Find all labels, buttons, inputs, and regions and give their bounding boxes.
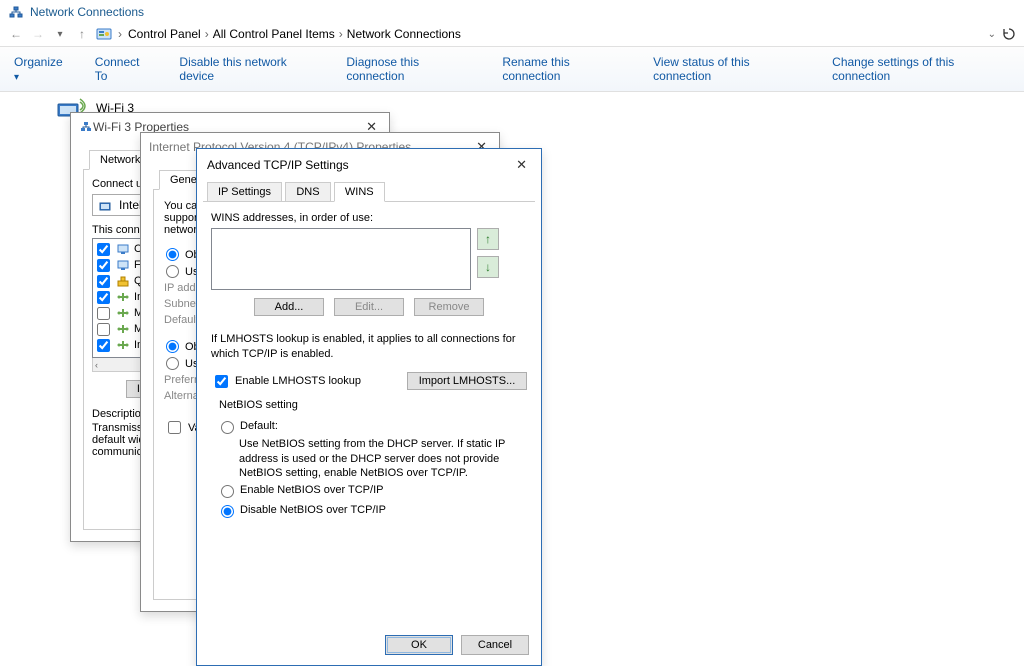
tab-ip-settings[interactable]: IP Settings bbox=[207, 182, 282, 201]
advanced-tcpip-dialog: Advanced TCP/IP Settings ✕ IP Settings D… bbox=[196, 148, 542, 666]
netbios-group: NetBIOS setting Default: Use NetBIOS set… bbox=[211, 407, 527, 530]
protocol-icon bbox=[116, 290, 130, 304]
chevron-right-icon[interactable]: › bbox=[118, 27, 122, 41]
recent-locations-button[interactable]: ▾ bbox=[52, 26, 68, 42]
wins-address-list[interactable] bbox=[211, 228, 471, 290]
protocol-icon bbox=[116, 338, 130, 352]
breadcrumb-root[interactable]: Control Panel bbox=[128, 27, 201, 41]
forward-button[interactable]: → bbox=[30, 26, 46, 42]
command-bar: Organize Connect To Disable this network… bbox=[0, 47, 1024, 92]
netbios-default-desc: Use NetBIOS setting from the DHCP server… bbox=[239, 437, 519, 482]
edit-button[interactable]: Edit... bbox=[334, 298, 404, 316]
move-up-button[interactable]: ↑ bbox=[477, 228, 499, 250]
disable-device-button[interactable]: Disable this network device bbox=[179, 55, 320, 83]
enable-lmhosts-checkbox[interactable]: Enable LMHOSTS lookup bbox=[211, 370, 361, 393]
scroll-left-icon[interactable]: ‹ bbox=[95, 360, 98, 370]
network-icon bbox=[8, 4, 24, 20]
rename-button[interactable]: Rename this connection bbox=[502, 55, 627, 83]
chevron-right-icon: › bbox=[339, 27, 343, 41]
close-button[interactable]: ✕ bbox=[512, 157, 531, 173]
tab-wins[interactable]: WINS bbox=[334, 182, 385, 202]
netbios-enable-radio[interactable]: Enable NetBIOS over TCP/IP bbox=[219, 481, 519, 501]
remove-button[interactable]: Remove bbox=[414, 298, 484, 316]
organize-menu[interactable]: Organize bbox=[14, 55, 69, 83]
window-title: Network Connections bbox=[30, 5, 144, 19]
service-icon bbox=[116, 274, 130, 288]
wins-addresses-label: WINS addresses, in order of use: bbox=[211, 212, 527, 224]
netbios-disable-radio[interactable]: Disable NetBIOS over TCP/IP bbox=[219, 501, 519, 521]
breadcrumb: Control Panel › All Control Panel Items … bbox=[128, 27, 461, 41]
back-button[interactable]: ← bbox=[8, 26, 24, 42]
import-lmhosts-button[interactable]: Import LMHOSTS... bbox=[407, 372, 527, 390]
dialog-title: Advanced TCP/IP Settings bbox=[207, 158, 512, 172]
chevron-right-icon: › bbox=[205, 27, 209, 41]
adapter-icon bbox=[99, 198, 113, 212]
change-settings-button[interactable]: Change settings of this connection bbox=[832, 55, 1010, 83]
arrow-up-icon: ↑ bbox=[485, 232, 491, 246]
network-icon bbox=[79, 120, 93, 134]
breadcrumb-leaf[interactable]: Network Connections bbox=[347, 27, 461, 41]
add-button[interactable]: Add... bbox=[254, 298, 324, 316]
titlebar: Network Connections bbox=[0, 0, 1024, 24]
up-button[interactable]: ↑ bbox=[74, 26, 90, 42]
protocol-icon bbox=[116, 306, 130, 320]
refresh-button[interactable] bbox=[1002, 27, 1016, 41]
diagnose-button[interactable]: Diagnose this connection bbox=[346, 55, 476, 83]
tab-dns[interactable]: DNS bbox=[285, 182, 330, 201]
cancel-button[interactable]: Cancel bbox=[461, 635, 529, 655]
control-panel-icon bbox=[96, 26, 112, 42]
lmhosts-info: If LMHOSTS lookup is enabled, it applies… bbox=[211, 332, 527, 362]
move-down-button[interactable]: ↓ bbox=[477, 256, 499, 278]
client-icon bbox=[116, 258, 130, 272]
arrow-down-icon: ↓ bbox=[485, 260, 491, 274]
connect-to-button[interactable]: Connect To bbox=[95, 55, 154, 83]
netbios-default-radio[interactable]: Default: bbox=[219, 417, 519, 437]
ok-button[interactable]: OK bbox=[385, 635, 453, 655]
breadcrumb-mid[interactable]: All Control Panel Items bbox=[213, 27, 335, 41]
view-status-button[interactable]: View status of this connection bbox=[653, 55, 806, 83]
address-dropdown-button[interactable]: ⌄ bbox=[988, 29, 996, 40]
address-bar: ← → ▾ ↑ › Control Panel › All Control Pa… bbox=[0, 24, 1024, 47]
client-icon bbox=[116, 242, 130, 256]
netbios-legend: NetBIOS setting bbox=[215, 399, 302, 411]
protocol-icon bbox=[116, 322, 130, 336]
